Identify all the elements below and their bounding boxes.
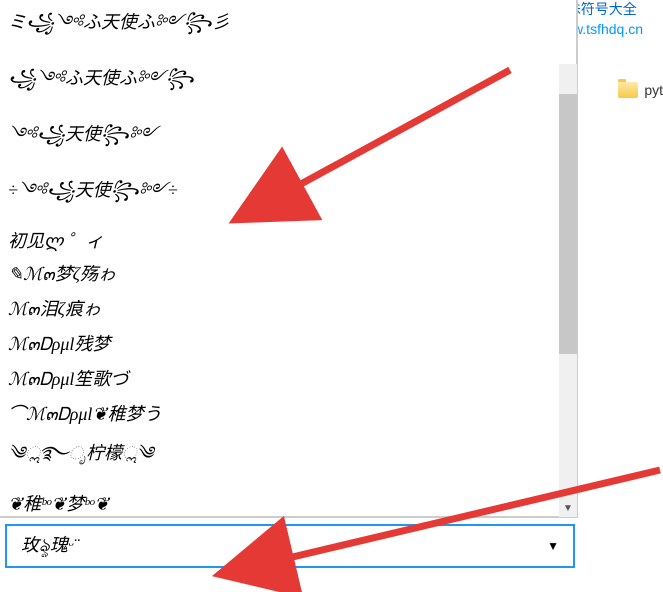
symbol-list[interactable]: ミ꧁༺ふ天使ふ༻꧂彡꧁༺ふ天使ふ༻꧂༺꧁天使꧂༻÷༺꧁天使꧂༻÷初见ლ ゜ィ✎ℳ… bbox=[0, 0, 558, 516]
list-item[interactable]: ❦稚ᵇᵒ❦梦ᵇᵒ❦ bbox=[0, 487, 558, 516]
list-item[interactable]: ℳ๓ᎠρμƖ残梦 bbox=[0, 326, 558, 361]
list-item[interactable]: ÷༺꧁天使꧂༻÷ bbox=[0, 168, 558, 224]
scrollbar-down-arrow[interactable]: ▼ bbox=[559, 499, 577, 517]
listbox: ミ꧁༺ふ天使ふ༻꧂彡꧁༺ふ天使ふ༻꧂༺꧁天使꧂༻÷༺꧁天使꧂༻÷初见ლ ゜ィ✎ℳ… bbox=[0, 0, 578, 518]
dropdown-select[interactable]: 玫ৡ瑰ᵕ̈ ▼ bbox=[5, 524, 575, 568]
scrollbar-thumb[interactable] bbox=[559, 94, 577, 354]
list-item[interactable]: ℳ๓ᎠρμƖ笙歌づ bbox=[0, 361, 558, 396]
list-item[interactable]: ✎ℳ๓梦ζ殇ゎ bbox=[0, 256, 558, 291]
list-item[interactable]: ミ꧁༺ふ天使ふ༻꧂彡 bbox=[0, 0, 558, 56]
list-item[interactable]: ༄ೢ࿐ೃ柠檬ೢ༄ bbox=[0, 431, 558, 487]
list-item[interactable]: ༺꧁天使꧂༻ bbox=[0, 112, 558, 168]
list-item[interactable]: ℳ๓泪ζ痕ゎ bbox=[0, 291, 558, 326]
chevron-down-icon: ▼ bbox=[547, 539, 559, 554]
list-item[interactable]: ⌒ℳ๓ᎠρμƖ❦稚梦う bbox=[0, 396, 558, 431]
folder-item[interactable]: pyt bbox=[618, 82, 663, 98]
scrollbar[interactable]: ▼ bbox=[559, 64, 577, 517]
folder-icon bbox=[618, 82, 638, 98]
list-item[interactable]: ꧁༺ふ天使ふ༻꧂ bbox=[0, 56, 558, 112]
list-item[interactable]: 初见ლ ゜ィ bbox=[0, 224, 558, 256]
folder-label: pyt bbox=[644, 82, 663, 98]
dropdown-value: 玫ৡ瑰ᵕ̈ bbox=[21, 531, 73, 562]
